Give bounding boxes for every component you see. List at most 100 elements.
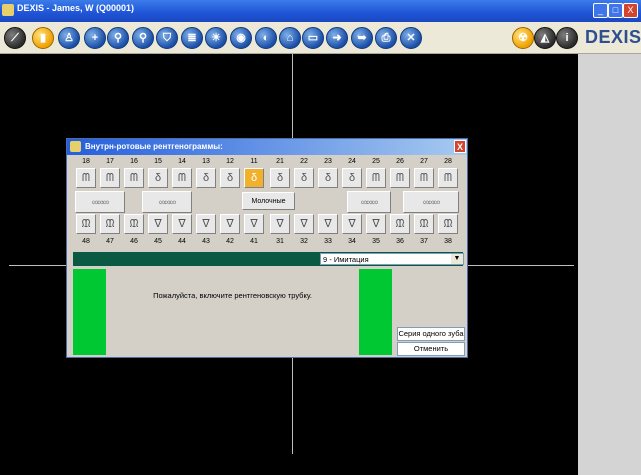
add-icon[interactable]: + [84, 27, 106, 49]
tooth-lower-36[interactable]: ᙢ [390, 214, 410, 234]
acquisition-panel: Пожалуйста, включите рентгеновскую трубк… [73, 269, 467, 356]
sensor-icon[interactable]: ◐ [255, 27, 277, 49]
tooth-upper-23[interactable]: δ [318, 168, 338, 188]
tooth-upper-27[interactable]: ᗰ [414, 168, 434, 188]
patient-icon[interactable]: ♙ [58, 27, 80, 49]
tooth-lower-38[interactable]: ᙢ [438, 214, 458, 234]
app-icon [2, 4, 14, 16]
tooth-icon[interactable]: ▮ [32, 27, 54, 49]
window-title: DEXIS - James, W (Q00001) [17, 3, 135, 13]
tooth-upper-15[interactable]: δ [148, 168, 168, 188]
tooth-upper-17[interactable]: ᗰ [100, 168, 120, 188]
primary-teeth-button[interactable]: Молочные [242, 192, 295, 210]
radiation-icon[interactable]: ☢ [512, 27, 534, 49]
dialog-close-button[interactable]: X [454, 140, 466, 153]
print-icon[interactable]: ⎙ [375, 27, 397, 49]
tooth-upper-11[interactable]: δ [244, 168, 264, 188]
tooth-upper-22[interactable]: δ [294, 168, 314, 188]
export-icon[interactable]: ➜ [326, 27, 348, 49]
tooth-upper-12[interactable]: δ [220, 168, 240, 188]
tooth-upper-26[interactable]: ᗰ [390, 168, 410, 188]
folder-icon[interactable]: ▭ [302, 27, 324, 49]
tooth-lower-48[interactable]: ᙢ [76, 214, 96, 234]
tooth-number: 38 [444, 238, 452, 245]
tooth-number: 47 [106, 238, 114, 245]
tooth-number: 27 [420, 158, 428, 165]
tooth-number: 42 [226, 238, 234, 245]
tooth-lower-33[interactable]: ᐁ [318, 214, 338, 234]
info-icon[interactable]: i [556, 27, 578, 49]
cancel-button[interactable]: Отменить [397, 342, 465, 356]
dialog-icon [70, 141, 81, 152]
tooth-number: 32 [300, 238, 308, 245]
thumbnail-panel[interactable] [578, 54, 641, 475]
tooth-upper-18[interactable]: ᗰ [76, 168, 96, 188]
tooth-number: 26 [396, 158, 404, 165]
zoom-icon[interactable]: ⚲ [107, 27, 129, 49]
tooth-upper-24[interactable]: δ [342, 168, 362, 188]
home-icon[interactable]: ⌂ [279, 27, 301, 49]
tooth-upper-13[interactable]: δ [196, 168, 216, 188]
single-tooth-series-button[interactable]: Серия одного зуба [397, 327, 465, 341]
tooth-number: 48 [82, 238, 90, 245]
notes-icon[interactable]: ≣ [181, 27, 203, 49]
tooth-number: 28 [444, 158, 452, 165]
exit-icon[interactable]: ✕ [400, 27, 422, 49]
tooth-lower-34[interactable]: ᐁ [342, 214, 362, 234]
tooth-upper-25[interactable]: ᗰ [366, 168, 386, 188]
tooth-number: 43 [202, 238, 210, 245]
tooth-number: 44 [178, 238, 186, 245]
filter-icon[interactable]: ⛉ [156, 27, 178, 49]
tooth-lower-35[interactable]: ᐁ [366, 214, 386, 234]
mode-select-value: 9 - Имитация [323, 255, 369, 264]
tooth-group-button[interactable]: ∞∞∞ [75, 191, 125, 213]
tooth-upper-28[interactable]: ᗰ [438, 168, 458, 188]
tooth-number: 31 [276, 238, 284, 245]
chevron-down-icon[interactable]: ▼ [451, 254, 463, 264]
zoom-out-icon[interactable]: ⚲ [132, 27, 154, 49]
tooth-number: 25 [372, 158, 380, 165]
eraser-icon[interactable]: ◭ [534, 27, 556, 49]
tooth-number: 14 [178, 158, 186, 165]
tooth-number: 15 [154, 158, 162, 165]
import-icon[interactable]: ➥ [351, 27, 373, 49]
tooth-number: 23 [324, 158, 332, 165]
tooth-lower-45[interactable]: ᐁ [148, 214, 168, 234]
tooth-lower-41[interactable]: ᐁ [244, 214, 264, 234]
tooth-number: 36 [396, 238, 404, 245]
tooth-lower-46[interactable]: ᙢ [124, 214, 144, 234]
tooth-lower-42[interactable]: ᐁ [220, 214, 240, 234]
minimize-button[interactable]: _ [593, 3, 608, 18]
brightness-icon[interactable]: ☀ [205, 27, 227, 49]
tooth-lower-32[interactable]: ᐁ [294, 214, 314, 234]
close-window-button[interactable]: X [623, 3, 638, 18]
tooth-number: 45 [154, 238, 162, 245]
maximize-button[interactable]: □ [608, 3, 623, 18]
tooth-number: 16 [130, 158, 138, 165]
tooth-group-button[interactable]: ∞∞∞ [403, 191, 459, 213]
edit-icon[interactable]: ⟋ [4, 27, 26, 49]
tooth-number: 34 [348, 238, 356, 245]
tooth-lower-44[interactable]: ᐁ [172, 214, 192, 234]
title-bar: DEXIS - James, W (Q00001) _ □ X [0, 0, 641, 22]
tooth-number: 46 [130, 238, 138, 245]
tooth-lower-47[interactable]: ᙢ [100, 214, 120, 234]
tooth-number: 18 [82, 158, 90, 165]
tooth-number: 35 [372, 238, 380, 245]
toolbar: DEXIS ⟋ ▮ ♙ + ⚲ ⚲ ⛉ ≣ ☀ ◉ ◐ ⌂ ▭ ➜ ➥ ⎙ ✕ ☢ ◭ i [0, 22, 641, 54]
dexis-logo: DEXIS [585, 27, 641, 47]
eye-icon[interactable]: ◉ [230, 27, 252, 49]
tooth-number: 21 [276, 158, 284, 165]
mode-select[interactable]: 9 - Имитация ▼ [320, 253, 464, 265]
tooth-upper-16[interactable]: ᗰ [124, 168, 144, 188]
tooth-group-button[interactable]: ∞∞∞ [142, 191, 192, 213]
tooth-lower-37[interactable]: ᙢ [414, 214, 434, 234]
tooth-number: 13 [202, 158, 210, 165]
tooth-lower-31[interactable]: ᐁ [270, 214, 290, 234]
tooth-upper-14[interactable]: ᗰ [172, 168, 192, 188]
tooth-group-button[interactable]: ∞∞∞ [347, 191, 391, 213]
status-indicator-left [73, 269, 106, 355]
tooth-lower-43[interactable]: ᐁ [196, 214, 216, 234]
dialog-title: Внутрн-ротовые рентгенограммы: [85, 142, 223, 151]
tooth-upper-21[interactable]: δ [270, 168, 290, 188]
